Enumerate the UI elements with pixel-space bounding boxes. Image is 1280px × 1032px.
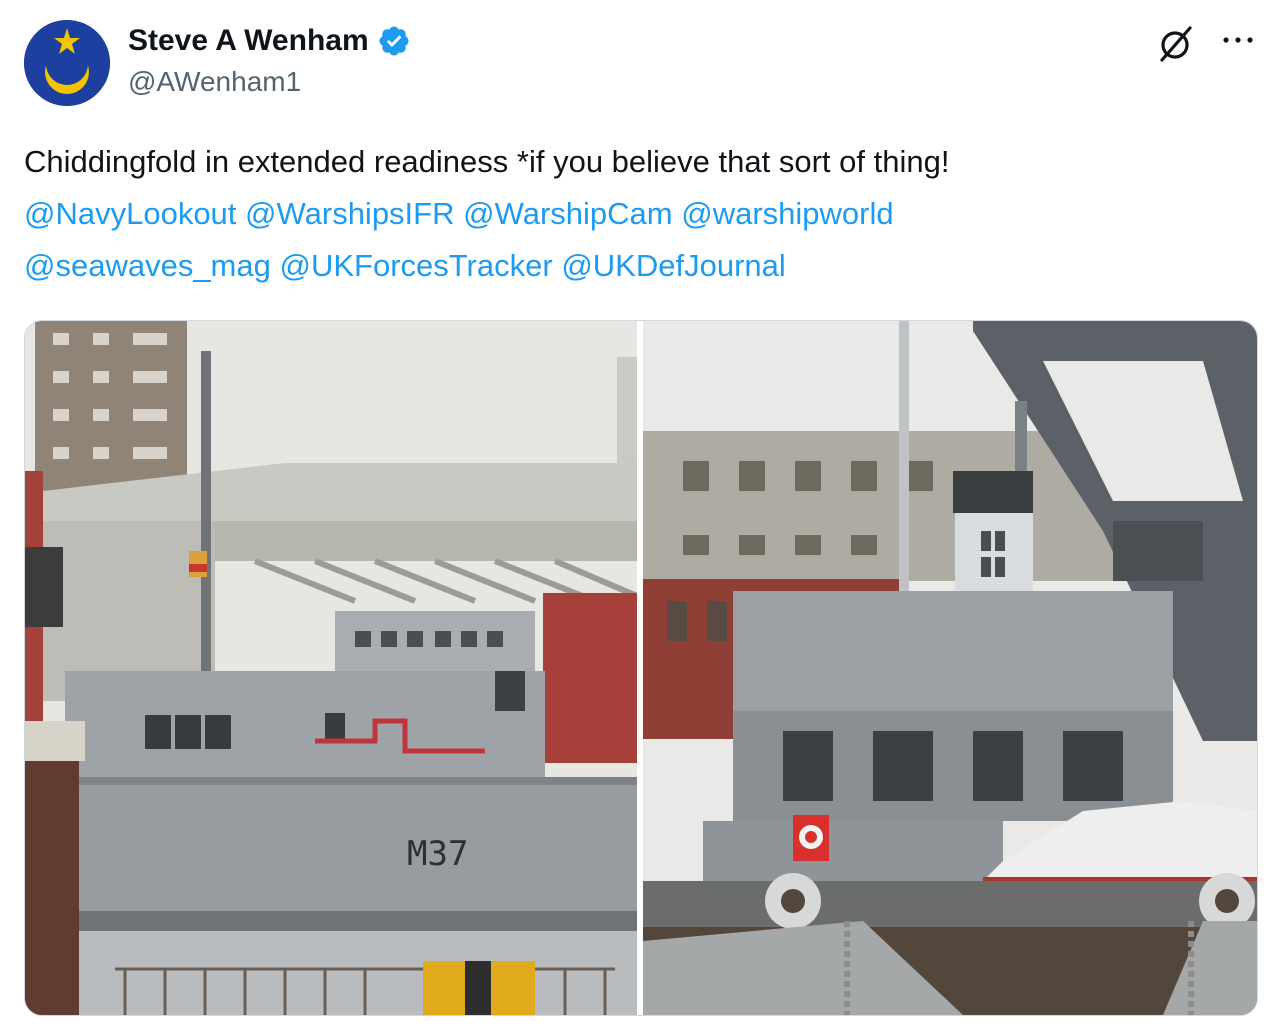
mention-link[interactable]: @WarshipsIFR: [245, 196, 454, 231]
more-options-icon[interactable]: [1218, 30, 1258, 50]
grok-icon[interactable]: [1156, 24, 1196, 64]
avatar[interactable]: [24, 20, 110, 106]
crescent-star-logo-icon: [24, 20, 110, 106]
mention-link[interactable]: @warshipworld: [681, 196, 893, 231]
photo-right-ship[interactable]: [643, 321, 1257, 1015]
mentions-line-2: @seawaves_mag @UKForcesTracker @UKDefJou…: [24, 240, 1254, 292]
mention-link[interactable]: @UKDefJournal: [561, 248, 785, 283]
author-display-name[interactable]: Steve A Wenham: [128, 24, 369, 58]
tweet-text: Chiddingfold in extended readiness *if y…: [24, 136, 1254, 292]
mentions-line-1: @NavyLookout @WarshipsIFR @WarshipCam @w…: [24, 188, 1254, 240]
tweet-body: Chiddingfold in extended readiness *if y…: [24, 144, 950, 179]
author-name-row: Steve A Wenham: [128, 22, 411, 60]
photo-left-ship[interactable]: M37: [25, 321, 637, 1015]
author-handle[interactable]: @AWenham1: [128, 66, 301, 98]
mention-link[interactable]: @WarshipCam: [463, 196, 672, 231]
mention-link[interactable]: @NavyLookout: [24, 196, 236, 231]
mention-link[interactable]: @UKForcesTracker: [280, 248, 553, 283]
hull-number: M37: [407, 834, 468, 874]
media-grid: M37: [24, 320, 1258, 1016]
mention-link[interactable]: @seawaves_mag: [24, 248, 271, 283]
verified-badge-icon[interactable]: [377, 24, 411, 58]
